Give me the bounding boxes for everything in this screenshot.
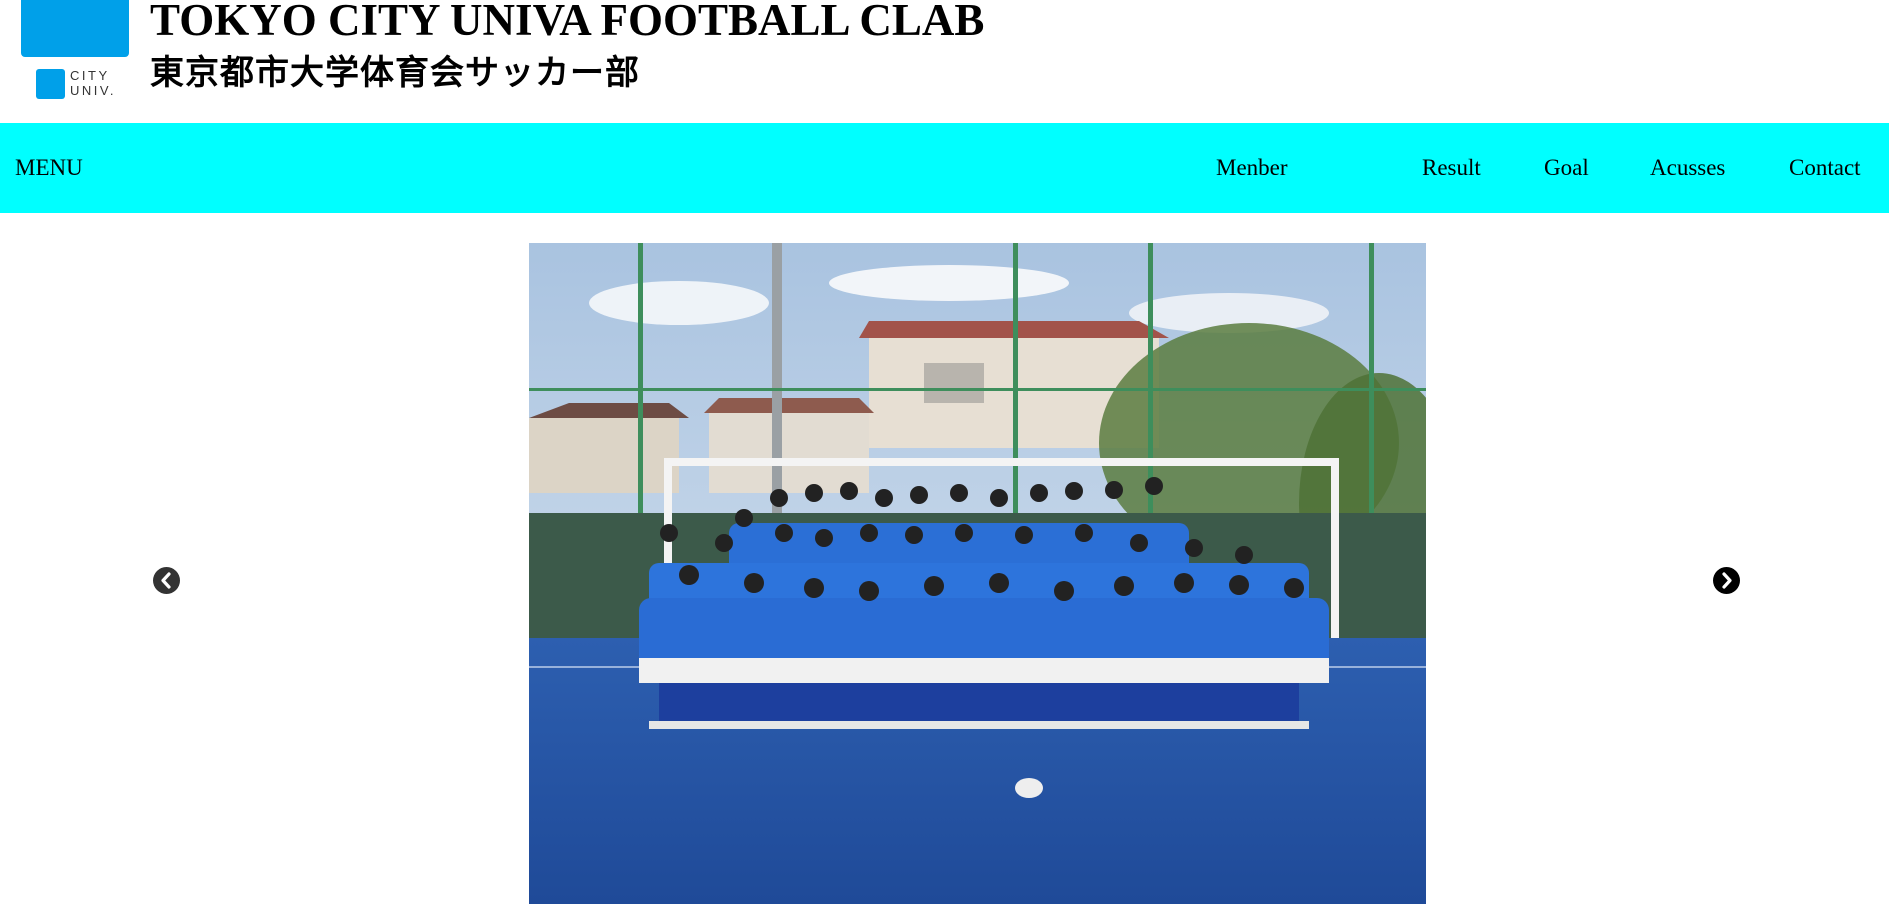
chevron-left-circle-icon: [161, 572, 171, 589]
carousel-next-button[interactable]: [1713, 567, 1740, 594]
site-header: CITY UNIV. TOKYO CITY UNIVA FOOTBALL CLA…: [0, 0, 1889, 123]
logo-block: [21, 0, 129, 57]
university-logo-mark: [36, 69, 65, 99]
nav-item-contact[interactable]: Contact: [1789, 123, 1861, 213]
main-nav-bar: MENU Menber Result Goal Acusses Contact: [0, 123, 1889, 213]
team-photo-image: [529, 243, 1426, 904]
nav-item-member[interactable]: Menber: [1216, 123, 1288, 213]
nav-item-goal[interactable]: Goal: [1544, 123, 1589, 213]
menu-button[interactable]: MENU: [15, 123, 83, 213]
site-title-japanese: 東京都市大学体育会サッカー部: [150, 53, 640, 93]
nav-item-access[interactable]: Acusses: [1650, 123, 1725, 213]
logo-text-line2: UNIV.: [70, 83, 116, 98]
chevron-right-circle-icon: [1722, 572, 1732, 589]
photo-carousel: [0, 213, 1889, 904]
logo-text-line1: CITY: [70, 68, 110, 83]
carousel-prev-button[interactable]: [153, 567, 180, 594]
university-logo-text: CITY UNIV.: [70, 68, 122, 98]
team-photo: [529, 243, 1426, 904]
nav-item-result[interactable]: Result: [1422, 123, 1481, 213]
site-title-english: TOKYO CITY UNIVA FOOTBALL CLAB: [150, 0, 985, 45]
